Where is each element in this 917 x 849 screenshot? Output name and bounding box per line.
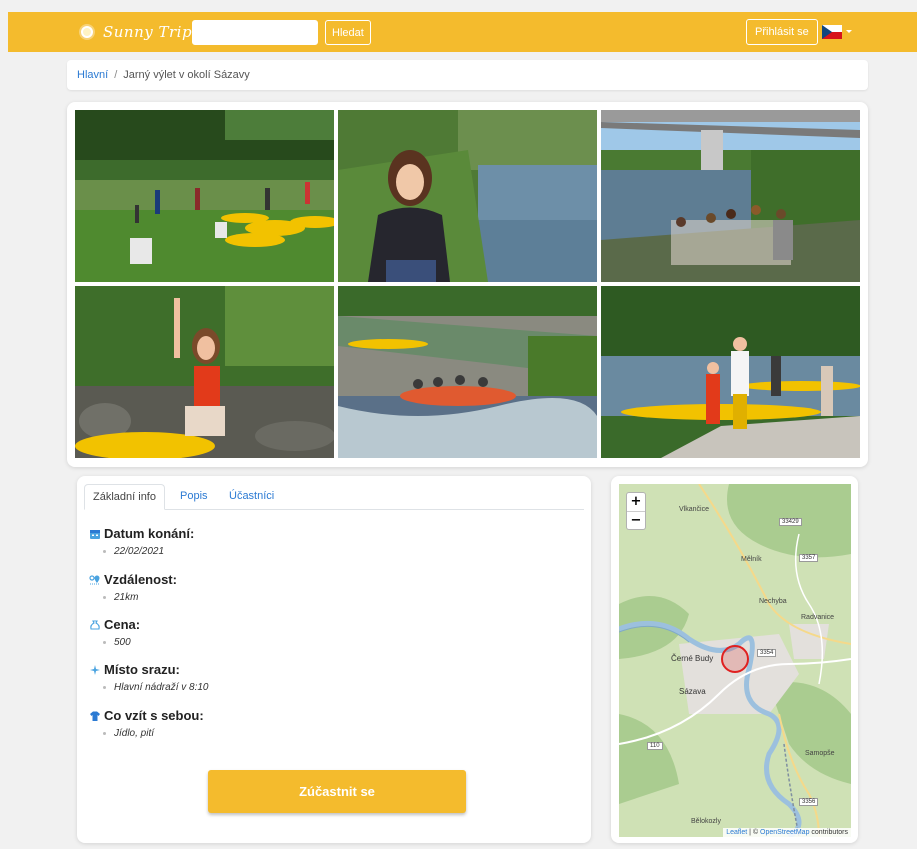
info-distance: Vzdálenost: 21km [89,572,177,603]
leaflet-link[interactable]: Leaflet [726,829,747,836]
breadcrumb-separator: / [114,69,118,81]
tab-bar: Základní info Popis Účastníci [84,484,584,510]
road-number-badge: 3357 [799,554,819,562]
info-price: Cena: 500 [89,617,140,648]
info-value: 500 [114,637,131,648]
login-button[interactable]: Přihlásit se [746,19,818,45]
czech-flag-icon[interactable] [822,25,842,39]
trip-info-card: Základní info Popis Účastníci Datum koná… [77,476,591,843]
info-value: 22/02/2021 [114,546,165,557]
info-label: Datum konání: [104,526,195,541]
map-place-label: Radvanice [801,614,835,621]
map-place-label: Samopše [805,750,835,757]
photo-gallery [67,102,868,467]
attribution-text: contributors [809,829,848,836]
map-place-label: Bělokozly [691,818,721,825]
shirt-icon [90,711,100,721]
info-value: Hlavní nádraží v 8:10 [114,682,209,693]
info-label: Cena: [104,617,141,632]
compass-icon [90,664,100,675]
search-button[interactable]: Hledat [325,20,371,45]
map-place-label: Sázava [679,687,706,696]
calendar-icon [90,529,100,539]
map[interactable]: + − Vlkančice Mělník Nechyba Radvanice Č… [619,484,851,837]
info-date: Datum konání: 22/02/2021 [89,526,194,557]
map-pin-icon [89,574,100,584]
info-label: Co vzít s sebou: [104,708,204,723]
map-zoom-control: + − [626,492,646,530]
map-tiles [619,484,851,837]
attribution-separator: | © [747,829,761,836]
breadcrumb: Hlavní / Jarný výlet v okolí Sázavy [67,60,868,90]
zoom-in-button[interactable]: + [627,493,645,511]
openstreetmap-link[interactable]: OpenStreetMap [760,829,809,836]
road-number-badge: 33429 [779,518,802,526]
join-button[interactable]: Zúčastnit se [208,770,466,813]
chevron-down-icon[interactable] [846,30,852,33]
tab-description[interactable]: Popis [172,484,216,510]
gallery-photo-girl-by-river[interactable] [338,110,597,282]
zoom-out-button[interactable]: − [627,511,645,529]
info-value: 21km [114,592,139,603]
info-value: Jídlo, pití [114,728,155,739]
gallery-photo-kayaks-on-grass[interactable] [75,110,334,282]
brand-logo[interactable]: Sunny Trips [81,23,200,41]
road-number-badge: 110 [647,742,663,750]
brand-name: Sunny Trips [103,23,201,41]
tab-participants[interactable]: Účastníci [221,484,282,510]
breadcrumb-current: Jarný výlet v okolí Sázavy [123,69,250,81]
map-place-label: Černé Budy [671,654,714,663]
money-bag-icon [90,619,100,630]
gallery-photo-rafting-rapids[interactable] [338,286,597,458]
info-label: Vzdálenost: [104,572,177,587]
map-place-label: Mělník [741,556,762,563]
breadcrumb-home-link[interactable]: Hlavní [77,69,108,81]
sun-icon [81,26,93,38]
map-place-label: Nechyba [759,598,787,605]
gallery-photo-family-kayaks[interactable] [601,286,860,458]
gallery-photo-girl-waving[interactable] [75,286,334,458]
search-input[interactable] [192,20,318,45]
info-what-to-bring: Co vzít s sebou: Jídlo, pití [89,708,204,739]
map-card: + − Vlkančice Mělník Nechyba Radvanice Č… [611,476,858,843]
map-attribution: Leaflet | © OpenStreetMap contributors [723,828,851,837]
info-meeting-point: Místo srazu: Hlavní nádraží v 8:10 [89,662,209,693]
navbar: Sunny Trips Hledat Přihlásit se [8,12,917,52]
road-number-badge: 3354 [757,649,777,657]
road-number-badge: 3356 [799,798,819,806]
gallery-photo-group-under-bridge[interactable] [601,110,860,282]
tab-basic-info[interactable]: Základní info [84,484,165,510]
map-place-label: Vlkančice [679,506,709,513]
info-label: Místo srazu: [104,662,180,677]
